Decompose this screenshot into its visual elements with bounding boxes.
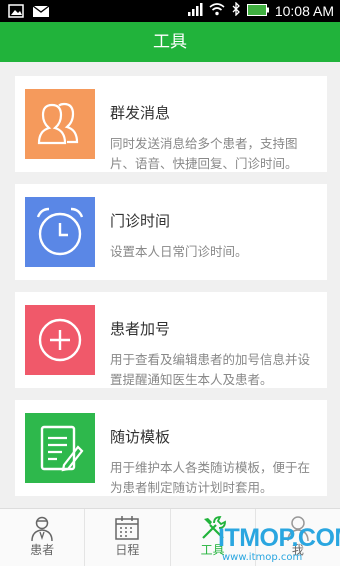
watermark: ITMOP.COM www.itmop.com bbox=[218, 524, 340, 564]
card-clinic-time[interactable]: 门诊时间 设置本人日常门诊时间。 bbox=[15, 184, 327, 280]
card-title: 群发消息 bbox=[110, 104, 171, 122]
plus-circle-icon bbox=[25, 305, 95, 375]
users-icon bbox=[25, 89, 95, 159]
card-description: 设置本人日常门诊时间。 bbox=[110, 244, 248, 259]
calendar-icon bbox=[115, 516, 140, 540]
tab-label: 日程 bbox=[115, 543, 140, 557]
card-description: 同时发送消息给多个患者，支持图片、语音、快捷回复、门诊时间。 bbox=[110, 136, 298, 171]
watermark-url: www.itmop.com bbox=[222, 552, 303, 563]
tab-patients[interactable]: 患者 bbox=[0, 509, 86, 566]
card-description: 用于维护本人各类随访模板，便于在为患者制定随访计划时套用。 bbox=[110, 460, 311, 495]
tab-label: 患者 bbox=[30, 543, 55, 557]
doctor-icon bbox=[31, 516, 53, 542]
card-patient-extra[interactable]: 患者加号 用于查看及编辑患者的加号信息并设置提醒通知医生本人及患者。 bbox=[15, 292, 327, 388]
status-bar: 10:08 AM bbox=[0, 0, 340, 22]
mail-icon bbox=[32, 3, 50, 17]
signal-icon bbox=[187, 2, 203, 19]
card-description: 用于查看及编辑患者的加号信息并设置提醒通知医生本人及患者。 bbox=[110, 352, 311, 387]
card-title: 门诊时间 bbox=[110, 212, 171, 230]
photo-icon bbox=[8, 3, 24, 18]
watermark-logo: ITMOP.COM bbox=[218, 524, 340, 552]
checklist-icon bbox=[25, 413, 95, 483]
tab-schedule[interactable]: 日程 bbox=[85, 509, 171, 566]
battery-icon bbox=[246, 3, 269, 19]
card-group-message[interactable]: 群发消息 同时发送消息给多个患者，支持图片、语音、快捷回复、门诊时间。 bbox=[15, 76, 327, 172]
card-title: 患者加号 bbox=[110, 320, 171, 338]
bluetooth-icon bbox=[231, 1, 241, 19]
clock-time: 10:08 AM bbox=[274, 2, 334, 19]
alarm-clock-icon bbox=[25, 197, 95, 267]
card-title: 随访模板 bbox=[110, 428, 171, 446]
wifi-icon bbox=[209, 2, 225, 19]
card-followup-template[interactable]: 随访模板 用于维护本人各类随访模板，便于在为患者制定随访计划时套用。 bbox=[15, 400, 327, 496]
page-title: 工具 bbox=[0, 22, 340, 62]
tools-list: 群发消息 同时发送消息给多个患者，支持图片、语音、快捷回复、门诊时间。 门诊时间… bbox=[0, 62, 340, 508]
